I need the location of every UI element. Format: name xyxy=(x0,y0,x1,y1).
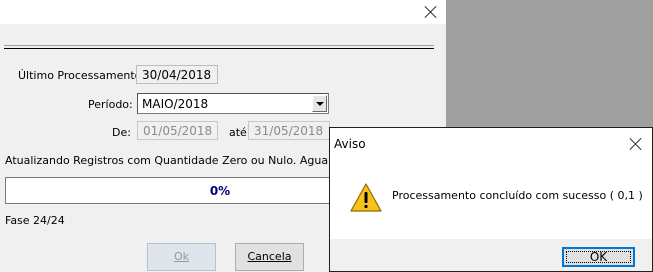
chevron-down-icon[interactable] xyxy=(312,95,327,112)
de-date-field: 01/05/2018 xyxy=(137,121,218,140)
ate-label: até xyxy=(229,126,247,139)
periodo-selected-value: MAIO/2018 xyxy=(142,97,209,111)
close-icon[interactable] xyxy=(629,137,643,151)
ate-date-field: 31/05/2018 xyxy=(248,121,330,140)
de-label: De: xyxy=(112,126,131,139)
ok-button[interactable]: Ok xyxy=(147,243,216,271)
cancel-button[interactable]: Cancela xyxy=(235,243,304,271)
separator-line xyxy=(4,45,434,49)
close-icon[interactable] xyxy=(424,5,438,19)
warning-icon xyxy=(350,183,382,212)
periodo-select[interactable]: MAIO/2018 xyxy=(137,93,329,114)
message-text: Processamento concluído com sucesso ( 0,… xyxy=(392,189,643,202)
message-box-title: Aviso xyxy=(334,137,366,151)
status-text: Atualizando Registros com Quantidade Zer… xyxy=(5,154,357,167)
fase-label: Fase 24/24 xyxy=(5,214,65,227)
ultimo-processamento-field: 30/04/2018 xyxy=(136,65,218,84)
warning-message-box: Aviso Processamento concluído com sucess… xyxy=(329,127,653,272)
message-box-titlebar: Aviso xyxy=(330,128,652,157)
dialog-titlebar xyxy=(0,0,446,24)
message-ok-button[interactable]: OK xyxy=(562,247,635,267)
periodo-label: Período: xyxy=(88,98,133,111)
ultimo-processamento-label: Último Processamento: xyxy=(18,69,146,82)
